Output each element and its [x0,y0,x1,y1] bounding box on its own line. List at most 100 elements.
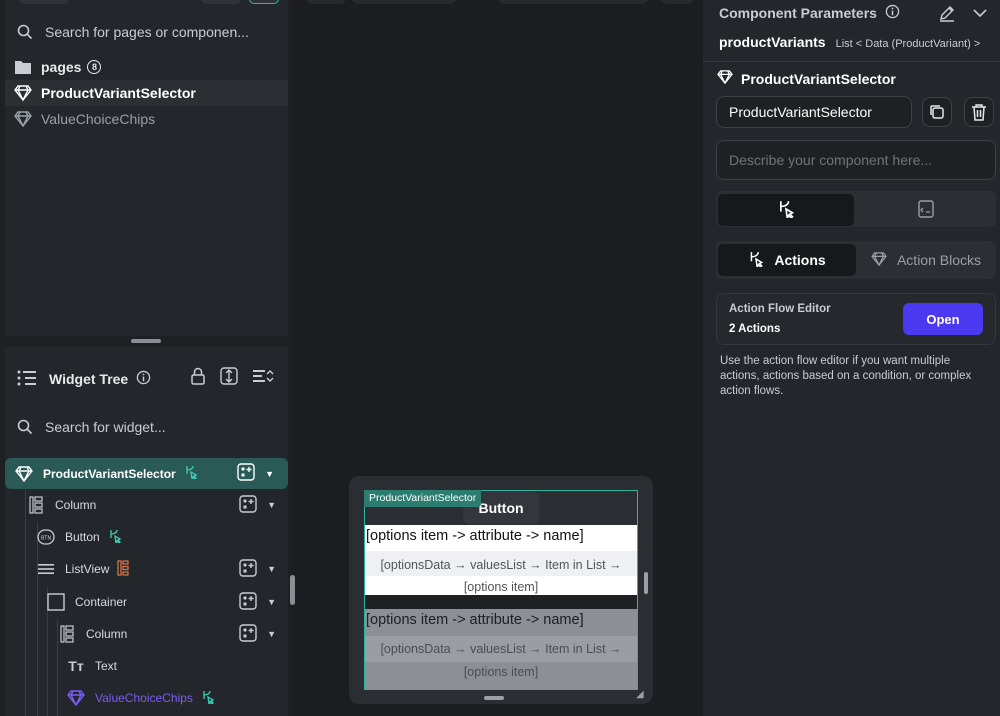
trash-icon [972,104,986,121]
widget-node-label: Button [65,530,100,544]
widget-tree-header: Widget Tree [5,365,288,393]
component-parameters-header: Component Parameters [719,4,900,22]
widget-node-productvariantselector[interactable]: ProductVariantSelector ▼ [5,458,288,489]
text-widget-icon: Tт [68,658,84,674]
toolbar-stub [660,0,694,4]
component-item-valuechoicechips[interactable]: ValueChoiceChips [5,106,288,132]
action-flow-help-text: Use the action flow editor if you want m… [720,355,972,397]
add-widget-icon[interactable] [239,558,257,580]
widget-node-label: ValueChoiceChips [95,691,193,705]
toolbar-stub [352,0,456,4]
lock-icon[interactable] [190,367,206,388]
tab-actions[interactable]: Actions [718,244,856,276]
button-widget-icon: BTN [37,528,55,546]
chevron-down-icon[interactable]: ▼ [265,469,274,479]
widget-node-label: Column [55,498,97,512]
duplicate-button[interactable] [922,97,952,127]
widget-node-button[interactable]: BTN Button [37,522,288,552]
sort-options-icon[interactable] [252,367,274,388]
component-description-field[interactable]: Describe your component here... [716,140,996,180]
widget-node-container[interactable]: Container ▼ [47,587,288,617]
component-gem-icon [717,70,733,87]
component-gem-icon [13,83,33,103]
search-icon [15,417,35,437]
expand-collapse-icon[interactable] [220,367,238,388]
resize-grip-icon[interactable]: ◢ [636,689,644,700]
open-button[interactable]: Open [903,303,983,335]
column-icon [27,496,45,514]
parameter-type: List < Data (ProductVariant) > [835,38,981,50]
tree-guide-line [25,490,26,716]
panel-scrollbar[interactable] [290,575,295,605]
info-icon[interactable] [136,370,151,388]
pages-search-placeholder: Search for pages or componen... [45,24,249,40]
tab-action-blocks[interactable]: Action Blocks [858,244,994,276]
component-gem-icon [871,251,887,269]
component-heading-label: ProductVariantSelector [741,70,896,87]
component-gem-icon [15,465,33,483]
pages-search[interactable]: Search for pages or componen... [5,17,288,47]
chevron-down-icon[interactable]: ▼ [267,597,276,607]
add-widget-icon[interactable] [239,623,257,645]
list-item-title[interactable]: [options item -> attribute -> name] [365,608,637,632]
action-flow-title: Action Flow Editor [729,303,831,315]
action-trigger-icon [201,690,215,707]
action-trigger-icon [748,251,764,270]
pages-count-badge: 8 [87,60,102,74]
action-flow-editor-card: Action Flow Editor 2 Actions Open [716,293,996,345]
list-item-line1: [optionsData → valuesList → Item in List… [380,558,622,572]
add-widget-icon[interactable] [237,463,255,484]
device-bottom-handle[interactable] [484,696,504,700]
widget-search-placeholder: Search for widget... [45,419,166,435]
action-trigger-icon [184,465,198,482]
pages-folder-label: pages [41,59,82,75]
tab-code-mode[interactable] [858,194,994,226]
widget-node-valuechoicechips[interactable]: ValueChoiceChips [67,683,288,713]
widget-tree-panel: Widget Tree Search for widget... Product… [5,347,288,716]
tab-actions-mode[interactable] [718,194,854,226]
chevron-down-icon[interactable]: ▼ [267,500,276,510]
component-name-field[interactable]: ProductVariantSelector [716,96,912,128]
panel-resize-handle[interactable] [131,339,161,343]
delete-button[interactable] [964,97,994,127]
panel-mode-toggle [716,191,996,227]
component-gem-icon [67,689,85,707]
tab-actions-label: Actions [774,252,826,268]
widget-node-text[interactable]: Tт Text [67,651,288,681]
pages-folder[interactable]: pages 8 [5,54,288,80]
action-trigger-icon [777,200,795,221]
list-item-line1: [optionsData → valuesList → Item in List… [380,642,622,656]
button-widget-icon-text: BTN [41,536,51,542]
list-separator [365,595,637,609]
widget-node-listview[interactable]: ListView ▼ [37,554,288,584]
add-widget-icon[interactable] [239,494,257,516]
action-flow-count: 2 Actions [729,323,781,335]
component-item-label: ProductVariantSelector [41,85,196,101]
widget-search[interactable]: Search for widget... [5,413,288,441]
component-item-productvariantselector[interactable]: ProductVariantSelector [5,80,288,106]
column-icon [58,625,76,643]
widget-node-column-inner[interactable]: Column ▼ [58,619,288,649]
list-item-title[interactable]: [options item -> attribute -> name] [365,524,637,548]
listview-icon [37,560,55,578]
chevron-down-icon[interactable]: ▼ [267,629,276,639]
header-actions [938,4,988,27]
right-properties-panel: Component Parameters productVariants Lis… [703,0,1000,716]
parameter-row[interactable]: productVariants List < Data (ProductVari… [719,34,980,50]
toolbar-stub [498,0,648,4]
actions-tabs: Actions Action Blocks [716,241,996,279]
left-sidebar: Search for pages or componen... pages 8 … [0,0,295,716]
chevron-down-icon[interactable] [972,4,988,27]
edit-pencil-icon[interactable] [938,4,956,27]
toolbar-stub [306,0,346,4]
info-icon[interactable] [885,4,900,22]
widget-node-label: Column [86,627,128,641]
list-tree-icon [17,369,37,390]
chevron-down-icon[interactable]: ▼ [267,564,276,574]
pages-panel: Search for pages or componen... pages 8 … [5,0,288,336]
add-widget-icon[interactable] [239,591,257,613]
component-item-label: ValueChoiceChips [41,111,156,127]
copy-icon [930,105,944,119]
device-scroll-handle[interactable] [644,572,648,594]
widget-node-column[interactable]: Column ▼ [27,490,288,520]
